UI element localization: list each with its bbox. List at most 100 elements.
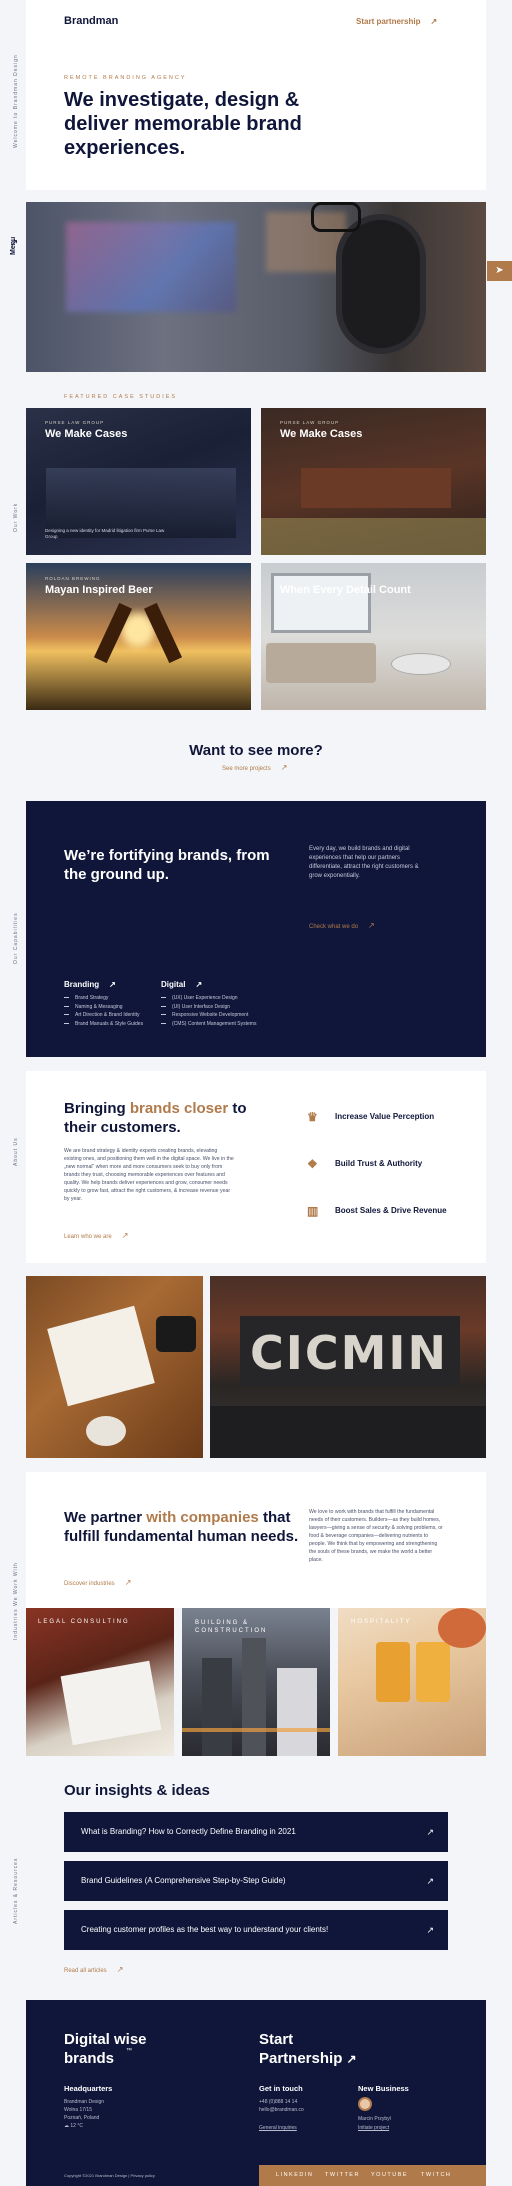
feature-label: Increase Value Perception <box>335 1112 435 1122</box>
industry-label: BUILDING & CONSTRUCTION <box>195 1620 268 1634</box>
get-in-touch-title: Get in touch <box>259 2084 303 2093</box>
arrow-icon: ↗ <box>195 980 203 989</box>
arrow-icon: ↗ <box>280 763 288 772</box>
hero-eyebrow: REMOTE BRANDING AGENCY <box>64 75 187 81</box>
article-title: What is Branding? How to Correctly Defin… <box>81 1827 296 1836</box>
industry-label: HOSPITALITY <box>351 1619 412 1625</box>
branding-label: Branding <box>64 980 100 989</box>
case-3-title: Mayan Inspired Beer <box>45 584 153 596</box>
arrow-icon: ↗ <box>426 1876 434 1886</box>
industries-text: We love to work with brands that fulfill… <box>309 1509 443 1563</box>
about-text: We are brand strategy & identity experts… <box>64 1148 234 1202</box>
article-title: Creating customer profiles as the best w… <box>81 1925 329 1934</box>
rail-about-label: About Us <box>13 1137 19 1166</box>
digital-list: (UX) User Experience Design (UI) User In… <box>161 994 256 1028</box>
arrow-icon: ↗ <box>426 1925 434 1935</box>
discover-industries-link[interactable]: Discover industries ↗ <box>64 1578 131 1587</box>
article-title: Brand Guidelines (A Comprehensive Step-b… <box>81 1876 286 1885</box>
menu-button[interactable]: Menu <box>10 237 17 255</box>
temperature-value: 12 °C <box>70 2123 83 2129</box>
social-twitch-link[interactable]: TWITCH <box>421 2172 451 2178</box>
list-item[interactable]: (UX) User Experience Design <box>161 994 256 1003</box>
check-what-we-do-link[interactable]: Check what we do ↗ <box>309 921 375 930</box>
start-partnership-link[interactable]: Start partnership ↗ <box>356 17 437 26</box>
arrow-icon: ↗ <box>430 17 438 26</box>
phone-number[interactable]: +48 (0)888 14 14 <box>259 2098 297 2106</box>
branding-list: Brand Strategy Naming & Messaging Art Di… <box>64 994 143 1028</box>
start-partnership-label: Start partnership <box>356 17 421 26</box>
article-link[interactable]: What is Branding? How to Correctly Defin… <box>64 1812 448 1852</box>
office-image: CICMIN <box>210 1276 486 1458</box>
feature-label: Boost Sales & Drive Revenue <box>335 1206 447 1216</box>
footer-tagline: Digital wise brands <box>64 2031 147 2067</box>
hero-title: We investigate, design & deliver memorab… <box>64 89 302 159</box>
rail-our-work-label: Our Work <box>13 502 19 532</box>
business-contact-name: Marcin Przybył <box>358 2116 391 2122</box>
read-all-articles-link[interactable]: Read all articles ↗ <box>64 1965 123 1974</box>
digital-label: Digital <box>161 980 186 989</box>
about-title: Bringing brands closer to their customer… <box>64 1099 264 1137</box>
feature-boost-sales: ▥ Boost Sales & Drive Revenue <box>307 1204 447 1218</box>
branding-title[interactable]: Branding ↗ <box>64 980 116 989</box>
arrow-icon: ↗ <box>368 921 375 930</box>
new-business-title: New Business <box>358 2084 409 2093</box>
digital-title[interactable]: Digital ↗ <box>161 980 202 989</box>
capabilities-text: Every day, we build brands and digital e… <box>309 846 419 879</box>
arrow-icon: ↗ <box>426 1827 434 1837</box>
rail-industries-label: Industries We Work With <box>13 1562 19 1640</box>
list-item[interactable]: Brand Strategy <box>64 994 143 1003</box>
copyright-text: Copyright ©2021 Brandman Design | Privac… <box>64 2173 155 2178</box>
insights-title: Our insights & ideas <box>64 1782 210 1799</box>
read-all-articles-label: Read all articles <box>64 1968 107 1974</box>
about-title-prefix: Bringing <box>64 1100 130 1117</box>
industry-hospitality[interactable] <box>338 1608 486 1756</box>
email-address[interactable]: hello@brandman.co <box>259 2106 304 2114</box>
case-2-title: We Make Cases <box>280 428 363 440</box>
hq-line: Brandman Design <box>64 2099 105 2105</box>
social-twitter-link[interactable]: TWITTER <box>325 2172 360 2178</box>
see-more-projects-label: See more projects <box>222 766 271 772</box>
check-what-we-do-label: Check what we do <box>309 924 359 930</box>
footer <box>26 2000 486 2186</box>
handshake-icon: ❖ <box>307 1157 318 1171</box>
arrow-icon: ↗ <box>121 1231 129 1240</box>
case-2-eyebrow: PURSE LAW GROUP <box>280 420 340 425</box>
arrow-icon: ↗ <box>116 1965 124 1974</box>
brand-logo[interactable]: Brandman <box>64 15 118 27</box>
see-more-title: Want to see more? <box>189 742 323 759</box>
case-1-title: We Make Cases <box>45 428 128 440</box>
rail-capabilities-label: Our Capabilities <box>13 912 19 964</box>
industry-legal-consulting[interactable] <box>26 1608 174 1756</box>
hq-line: Poznań, Poland <box>64 2115 100 2121</box>
send-icon[interactable]: ➤ <box>487 261 512 281</box>
article-link[interactable]: Brand Guidelines (A Comprehensive Step-b… <box>64 1861 448 1901</box>
learn-who-we-are-link[interactable]: Learn who we are ↗ <box>64 1231 128 1240</box>
list-item[interactable]: Responsive Website Development <box>161 1011 256 1020</box>
discover-industries-label: Discover industries <box>64 1581 115 1587</box>
case-1-eyebrow: PURSE LAW GROUP <box>45 420 105 425</box>
avatar <box>358 2097 372 2111</box>
feature-trust-authority: ❖ Build Trust & Authority <box>307 1157 422 1171</box>
list-item[interactable]: Art Direction & Brand Identity <box>64 1011 143 1020</box>
case-4-title: When Every Detail Count <box>280 584 411 596</box>
see-more-projects-link[interactable]: See more projects ↗ <box>222 763 287 772</box>
headphones-shape <box>336 214 426 354</box>
social-youtube-link[interactable]: YOUTUBE <box>371 2172 408 2178</box>
list-item[interactable]: Naming & Messaging <box>64 1003 143 1012</box>
headquarters-title: Headquarters <box>64 2084 113 2093</box>
initiate-project-link[interactable]: Initiate project <box>358 2124 389 2132</box>
growth-chart-icon: ▥ <box>307 1204 319 1218</box>
footer-start-partnership[interactable]: Start Partnership ↗ <box>259 2030 379 2069</box>
footer-start-partnership-label: Start Partnership <box>259 2031 343 2067</box>
list-item[interactable]: (CMS) Content Management Systems <box>161 1020 256 1029</box>
feature-label: Build Trust & Authority <box>335 1159 423 1169</box>
general-inquiries-link[interactable]: General inquiries <box>259 2124 297 2132</box>
case-3-eyebrow: ROLDAN BREWING <box>45 576 101 581</box>
industry-label: LEGAL CONSULTING <box>38 1619 130 1625</box>
about-title-highlight: brands closer <box>129 1100 229 1117</box>
article-link[interactable]: Creating customer profiles as the best w… <box>64 1910 448 1950</box>
list-item[interactable]: (UI) User Interface Design <box>161 1003 256 1012</box>
capabilities-title: We’re fortifying brands, from the ground… <box>64 847 270 883</box>
social-linkedin-link[interactable]: LINKEDIN <box>276 2172 313 2178</box>
list-item[interactable]: Brand Manuals & Style Guides <box>64 1020 143 1029</box>
